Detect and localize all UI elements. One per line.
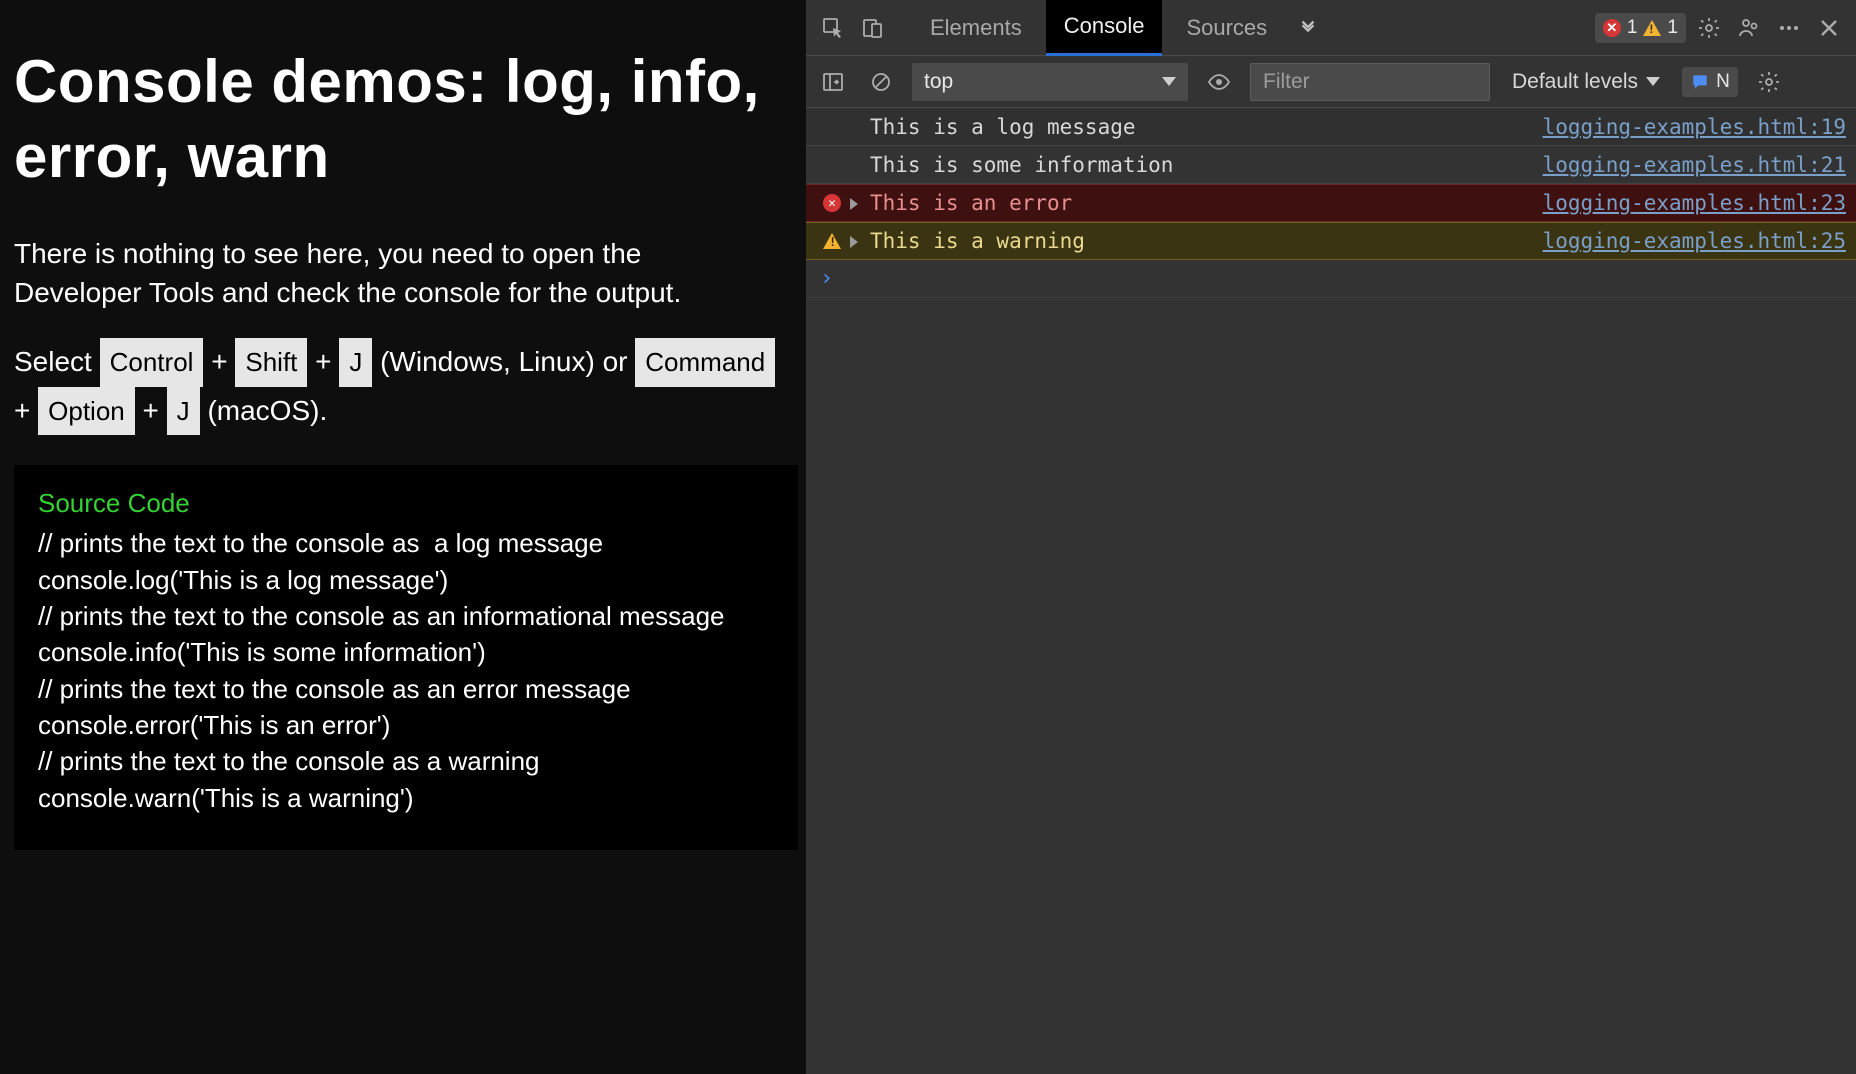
row-gutter xyxy=(814,233,850,249)
text: (macOS). xyxy=(207,395,327,426)
source-link[interactable]: logging-examples.html:25 xyxy=(1543,229,1846,253)
kbd-j: J xyxy=(167,387,200,435)
warning-badge-icon xyxy=(1643,20,1661,36)
chevron-down-icon xyxy=(1646,77,1660,86)
expand-arrow[interactable] xyxy=(850,229,870,253)
console-row-info[interactable]: This is some information logging-example… xyxy=(806,146,1856,184)
issues-icon xyxy=(1690,72,1710,92)
error-count: 1 xyxy=(1627,17,1638,39)
account-icon[interactable] xyxy=(1732,11,1766,45)
filter-input[interactable] xyxy=(1250,63,1490,101)
code-line: console.log('This is a log message') xyxy=(38,562,774,598)
console-row-error[interactable]: ✕ This is an error logging-examples.html… xyxy=(806,184,1856,222)
console-output: This is a log message logging-examples.h… xyxy=(806,108,1856,298)
devtools-tabstrip: Elements Console Sources ✕ 1 1 xyxy=(806,0,1856,56)
tab-sources[interactable]: Sources xyxy=(1168,0,1285,56)
log-message: This is an error xyxy=(870,191,1543,215)
text: + xyxy=(315,346,339,377)
keyboard-instructions: Select Control + Shift + J (Windows, Lin… xyxy=(14,338,792,434)
source-code-heading: Source Code xyxy=(38,485,774,521)
issues-label: N xyxy=(1716,71,1730,93)
tab-console[interactable]: Console xyxy=(1046,0,1163,56)
kbd-command: Command xyxy=(635,338,775,386)
text: + xyxy=(211,346,235,377)
warning-icon xyxy=(823,233,841,249)
warning-count: 1 xyxy=(1667,17,1678,39)
source-link[interactable]: logging-examples.html:19 xyxy=(1543,115,1846,139)
code-line: // prints the text to the console as a l… xyxy=(38,525,774,561)
inspect-element-icon[interactable] xyxy=(816,11,850,45)
kebab-menu-icon[interactable] xyxy=(1772,11,1806,45)
code-line: console.error('This is an error') xyxy=(38,707,774,743)
prompt-caret-icon: › xyxy=(820,266,833,291)
code-line: // prints the text to the console as a w… xyxy=(38,743,774,779)
context-selector[interactable]: top xyxy=(912,63,1188,101)
page-title: Console demos: log, info, error, warn xyxy=(14,44,792,194)
toggle-sidebar-icon[interactable] xyxy=(816,65,850,99)
more-tabs-icon[interactable] xyxy=(1291,11,1325,45)
text: Select xyxy=(14,346,100,377)
error-badge-icon: ✕ xyxy=(1603,19,1621,37)
error-warning-counter[interactable]: ✕ 1 1 xyxy=(1595,13,1686,43)
code-line: // prints the text to the console as an … xyxy=(38,671,774,707)
code-line: console.info('This is some information') xyxy=(38,634,774,670)
live-expression-eye-icon[interactable] xyxy=(1202,65,1236,99)
kbd-shift: Shift xyxy=(235,338,307,386)
log-message: This is a log message xyxy=(870,115,1543,139)
code-line: // prints the text to the console as an … xyxy=(38,598,774,634)
chevron-down-icon xyxy=(1162,77,1176,86)
levels-label: Default levels xyxy=(1512,70,1638,94)
context-value: top xyxy=(924,70,953,94)
console-toolbar: top Default levels N xyxy=(806,56,1856,108)
console-settings-gear-icon[interactable] xyxy=(1752,65,1786,99)
tab-elements[interactable]: Elements xyxy=(912,0,1040,56)
kbd-control: Control xyxy=(100,338,204,386)
clear-console-icon[interactable] xyxy=(864,65,898,99)
text: + xyxy=(14,395,38,426)
device-toolbar-icon[interactable] xyxy=(856,11,890,45)
source-code-box: Source Code // prints the text to the co… xyxy=(14,465,798,851)
row-gutter: ✕ xyxy=(814,194,850,212)
log-levels-selector[interactable]: Default levels xyxy=(1504,70,1668,94)
demo-page: Console demos: log, info, error, warn Th… xyxy=(0,0,806,1074)
console-row-warn[interactable]: This is a warning logging-examples.html:… xyxy=(806,222,1856,260)
error-icon: ✕ xyxy=(823,194,841,212)
code-line: console.warn('This is a warning') xyxy=(38,780,774,816)
text: + xyxy=(143,395,167,426)
close-devtools-icon[interactable] xyxy=(1812,11,1846,45)
devtools-panel: Elements Console Sources ✕ 1 1 xyxy=(806,0,1856,1074)
console-row-log[interactable]: This is a log message logging-examples.h… xyxy=(806,108,1856,146)
kbd-option: Option xyxy=(38,387,135,435)
source-link[interactable]: logging-examples.html:23 xyxy=(1543,191,1846,215)
settings-gear-icon[interactable] xyxy=(1692,11,1726,45)
log-message: This is a warning xyxy=(870,229,1543,253)
issues-chip[interactable]: N xyxy=(1682,67,1738,97)
expand-arrow[interactable] xyxy=(850,191,870,215)
intro-text: There is nothing to see here, you need t… xyxy=(14,234,774,312)
text: (Windows, Linux) or xyxy=(380,346,635,377)
kbd-j: J xyxy=(339,338,372,386)
console-prompt[interactable]: › xyxy=(806,260,1856,298)
log-message: This is some information xyxy=(870,153,1543,177)
source-link[interactable]: logging-examples.html:21 xyxy=(1543,153,1846,177)
